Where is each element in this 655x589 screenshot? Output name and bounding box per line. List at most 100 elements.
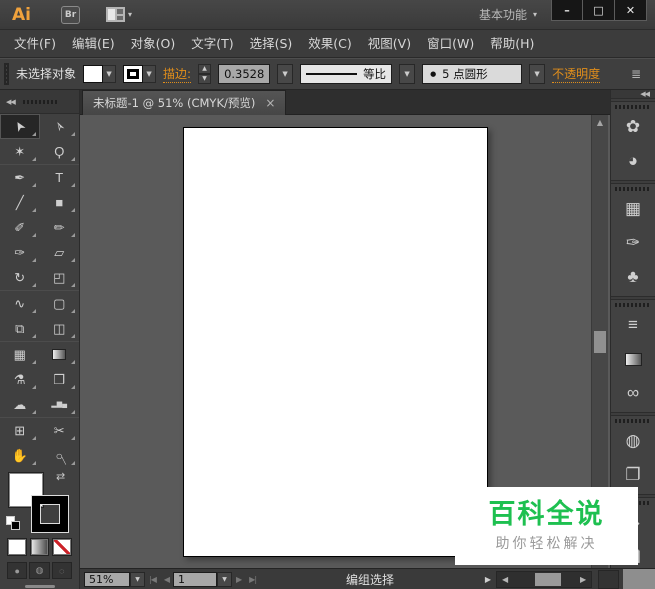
direct-selection-tool[interactable]: ➢ bbox=[40, 114, 80, 139]
color-panel-button[interactable]: ✿ bbox=[611, 110, 655, 144]
brushes-panel-button[interactable]: ✑ bbox=[611, 226, 655, 260]
pencil-tool[interactable]: ✏ bbox=[40, 215, 80, 240]
fill-swatch[interactable] bbox=[83, 65, 103, 83]
none-button[interactable] bbox=[52, 538, 72, 556]
scroll-right-icon[interactable]: ▶ bbox=[575, 575, 591, 584]
transparency-panel-button[interactable]: ∞ bbox=[611, 376, 655, 410]
width-tool[interactable]: ∿ bbox=[0, 291, 40, 316]
dock-group-grip[interactable] bbox=[615, 303, 651, 307]
swatches-panel-button[interactable]: ▦ bbox=[611, 192, 655, 226]
selection-tool[interactable]: ➤ bbox=[0, 114, 40, 139]
swap-fill-stroke-icon[interactable]: ⇄ bbox=[56, 470, 65, 483]
document-tab[interactable]: 未标题-1 @ 51% (CMYK/预览) × bbox=[82, 90, 286, 115]
expand-panels-icon[interactable]: ◀◀ bbox=[640, 90, 649, 98]
scroll-left-icon[interactable]: ◀ bbox=[497, 575, 513, 584]
menu-item-view[interactable]: 视图(V) bbox=[360, 30, 419, 57]
panel-grip[interactable] bbox=[23, 100, 59, 104]
step-up-icon[interactable]: ▲ bbox=[198, 64, 211, 74]
menu-item-type[interactable]: 文字(T) bbox=[183, 30, 241, 57]
symbol-sprayer-tool[interactable]: ☁ bbox=[0, 392, 40, 417]
profile-dropdown[interactable]: ▼ bbox=[399, 64, 415, 84]
hand-tool[interactable]: ✋ bbox=[0, 443, 40, 468]
collapse-panel-icon[interactable]: ◀◀ bbox=[6, 98, 15, 106]
color-guide-panel-button[interactable]: ◕ bbox=[611, 144, 655, 178]
symbols-panel-button[interactable]: ♣ bbox=[611, 260, 655, 294]
zoom-tool[interactable]: ○ bbox=[40, 443, 80, 468]
control-panel-menu-icon[interactable]: ≣ bbox=[631, 67, 649, 81]
next-artboard-icon[interactable]: ▶ bbox=[232, 575, 245, 584]
line-segment-tool[interactable]: ╱ bbox=[0, 190, 40, 215]
stroke-color-control[interactable]: ▼ bbox=[123, 65, 156, 83]
mesh-tool[interactable]: ▦ bbox=[0, 342, 40, 367]
artboard-dropdown-icon[interactable]: ▼ bbox=[217, 572, 232, 587]
perspective-grid-tool[interactable]: ◫ bbox=[40, 316, 80, 341]
arrange-documents-button[interactable]: ▾ bbox=[106, 7, 132, 22]
fill-color-control[interactable]: ▼ bbox=[83, 65, 116, 83]
rotate-tool[interactable]: ↻ bbox=[0, 265, 40, 290]
pen-tool[interactable]: ✒ bbox=[0, 165, 40, 190]
opacity-link[interactable]: 不透明度 bbox=[552, 65, 600, 83]
magic-wand-tool[interactable]: ✶ bbox=[0, 139, 40, 164]
rectangle-tool[interactable]: ■ bbox=[40, 190, 80, 215]
fill-dropdown-icon[interactable]: ▼ bbox=[103, 65, 116, 83]
stroke-dropdown-icon[interactable]: ▼ bbox=[143, 65, 156, 83]
color-button[interactable] bbox=[7, 538, 27, 556]
free-transform-tool[interactable]: ▢ bbox=[40, 291, 80, 316]
vertical-scrollbar-thumb[interactable] bbox=[594, 331, 606, 353]
draw-inside-mode-button[interactable]: ◌ bbox=[52, 562, 72, 579]
horizontal-scrollbar-track[interactable] bbox=[513, 572, 575, 587]
scroll-up-icon[interactable]: ▲ bbox=[592, 115, 608, 130]
default-fill-stroke-icon[interactable] bbox=[6, 516, 20, 530]
lasso-tool[interactable]: Ϙ bbox=[40, 139, 80, 164]
zoom-dropdown-icon[interactable]: ▼ bbox=[130, 572, 145, 587]
eraser-tool[interactable]: ▱ bbox=[40, 240, 80, 265]
horizontal-scrollbar-thumb[interactable] bbox=[535, 573, 561, 586]
previous-artboard-icon[interactable]: ◀ bbox=[160, 575, 173, 584]
draw-normal-mode-button[interactable]: ● bbox=[7, 562, 27, 579]
dock-group-grip[interactable] bbox=[615, 187, 651, 191]
step-down-icon[interactable]: ▼ bbox=[198, 74, 211, 84]
last-artboard-icon[interactable]: ▶| bbox=[245, 575, 260, 584]
column-graph-tool[interactable]: ▂▆▄ bbox=[40, 392, 80, 417]
brush-definition-select[interactable]: ● 5 点圆形 bbox=[422, 64, 522, 84]
controlbar-grip[interactable] bbox=[4, 63, 9, 85]
workspace-switcher[interactable]: 基本功能 ▾ bbox=[479, 6, 537, 23]
paintbrush-tool[interactable]: ✐ bbox=[0, 215, 40, 240]
menu-item-object[interactable]: 对象(O) bbox=[123, 30, 184, 57]
dock-group-grip[interactable] bbox=[615, 419, 651, 423]
maximize-button[interactable]: □ bbox=[583, 0, 615, 21]
close-tab-icon[interactable]: × bbox=[265, 96, 275, 110]
gradient-tool[interactable] bbox=[40, 342, 80, 367]
blend-tool[interactable]: ❒ bbox=[40, 367, 80, 392]
zoom-level-field[interactable]: 51% bbox=[84, 572, 130, 587]
dock-group-grip[interactable] bbox=[615, 105, 651, 109]
variable-width-profile-select[interactable]: 等比 bbox=[300, 64, 392, 84]
stroke-swatch[interactable] bbox=[123, 65, 143, 83]
resize-corner[interactable] bbox=[623, 569, 655, 589]
gradient-panel-button[interactable] bbox=[611, 342, 655, 376]
menu-item-help[interactable]: 帮助(H) bbox=[482, 30, 542, 57]
close-button[interactable]: ✕ bbox=[615, 0, 647, 21]
type-tool[interactable]: T bbox=[40, 165, 80, 190]
menu-item-select[interactable]: 选择(S) bbox=[242, 30, 301, 57]
appearance-panel-button[interactable]: ◍ bbox=[611, 424, 655, 458]
horizontal-scrollbar[interactable]: ◀ ▶ bbox=[496, 571, 592, 588]
stroke-panel-link[interactable]: 描边: bbox=[163, 65, 191, 83]
eyedropper-tool[interactable]: ⚗ bbox=[0, 367, 40, 392]
stroke-weight-stepper[interactable]: ▲ ▼ bbox=[198, 64, 211, 84]
menu-item-window[interactable]: 窗口(W) bbox=[419, 30, 482, 57]
brush-dropdown[interactable]: ▼ bbox=[529, 64, 545, 84]
stroke-weight-dropdown[interactable]: ▼ bbox=[277, 64, 293, 84]
minimize-button[interactable]: – bbox=[551, 0, 583, 21]
artboard[interactable] bbox=[183, 127, 488, 557]
menu-item-edit[interactable]: 编辑(E) bbox=[64, 30, 123, 57]
slice-tool[interactable]: ✂ bbox=[40, 418, 80, 443]
menu-item-effect[interactable]: 效果(C) bbox=[300, 30, 359, 57]
status-menu-icon[interactable]: ▶ bbox=[480, 575, 496, 584]
artboard-number-field[interactable]: 1 bbox=[173, 572, 217, 587]
artboard-tool[interactable]: ⊞ bbox=[0, 418, 40, 443]
toolbar-resize-grip[interactable] bbox=[25, 585, 55, 588]
blob-brush-tool[interactable]: ✑ bbox=[0, 240, 40, 265]
bridge-button[interactable]: Br bbox=[61, 6, 80, 24]
shape-builder-tool[interactable]: ⧉ bbox=[0, 316, 40, 341]
